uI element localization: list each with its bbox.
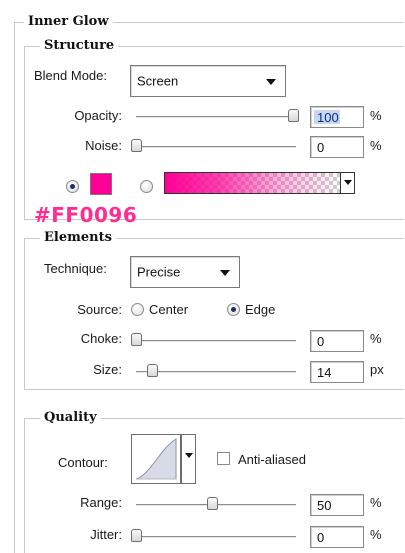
- opacity-label: Opacity:: [74, 108, 122, 123]
- noise-slider-thumb[interactable]: [131, 139, 142, 152]
- contour-curve-icon: [135, 438, 177, 480]
- opacity-field[interactable]: [310, 106, 364, 128]
- size-label: Size:: [93, 362, 122, 377]
- blend-mode-value: Screen: [137, 73, 179, 89]
- size-input[interactable]: [311, 362, 363, 382]
- size-field[interactable]: [310, 361, 364, 383]
- glow-color-caption: #FF0096: [34, 203, 138, 227]
- noise-field[interactable]: [310, 136, 364, 158]
- elements-legend: Elements: [40, 230, 116, 245]
- blend-mode-select[interactable]: Screen: [130, 65, 286, 97]
- chevron-down-icon: [266, 79, 276, 85]
- opacity-input[interactable]: [311, 107, 363, 127]
- technique-select[interactable]: Precise: [130, 256, 240, 288]
- glow-color-swatch[interactable]: [90, 173, 112, 195]
- gradient-dropdown-button[interactable]: [340, 172, 355, 194]
- range-label: Range:: [80, 495, 122, 510]
- range-input[interactable]: [311, 495, 363, 515]
- gradient-radio[interactable]: [140, 180, 153, 193]
- contour-label: Contour:: [58, 455, 108, 470]
- jitter-field[interactable]: [310, 526, 364, 548]
- noise-slider-track[interactable]: [136, 146, 296, 148]
- jitter-unit: %: [370, 527, 382, 542]
- noise-unit: %: [370, 138, 382, 153]
- size-unit: px: [370, 362, 384, 377]
- source-edge-label: Edge: [245, 302, 276, 317]
- technique-value: Precise: [137, 264, 181, 280]
- choke-slider-track[interactable]: [136, 340, 296, 342]
- solid-color-radio[interactable]: [66, 180, 79, 193]
- source-label: Source:: [77, 302, 122, 317]
- jitter-slider-track[interactable]: [136, 536, 296, 538]
- choke-label: Choke:: [80, 331, 122, 346]
- contour-preview[interactable]: [131, 434, 181, 484]
- structure-legend: Structure: [40, 38, 119, 53]
- panel-title: Inner Glow: [24, 14, 113, 29]
- noise-input[interactable]: [311, 137, 363, 157]
- size-slider-track[interactable]: [136, 371, 296, 373]
- opacity-slider-thumb[interactable]: [288, 109, 299, 122]
- technique-label: Technique:: [44, 261, 107, 276]
- source-center-label: Center: [149, 302, 189, 317]
- blend-mode-label: Blend Mode:: [34, 68, 107, 83]
- choke-slider-thumb[interactable]: [131, 333, 142, 346]
- jitter-input[interactable]: [311, 527, 363, 547]
- anti-aliased-label: Anti-aliased: [238, 452, 306, 467]
- opacity-unit: %: [370, 108, 382, 123]
- choke-unit: %: [370, 331, 382, 346]
- jitter-label: Jitter:: [90, 527, 122, 542]
- contour-dropdown-button[interactable]: [181, 434, 196, 484]
- range-unit: %: [370, 495, 382, 510]
- noise-label: Noise:: [85, 138, 122, 153]
- choke-input[interactable]: [311, 331, 363, 351]
- source-edge-radio[interactable]: [227, 303, 240, 316]
- opacity-slider-track[interactable]: [136, 116, 296, 118]
- range-field[interactable]: [310, 494, 364, 516]
- quality-legend: Quality: [40, 410, 101, 425]
- choke-field[interactable]: [310, 330, 364, 352]
- range-slider-thumb[interactable]: [207, 497, 218, 510]
- size-slider-thumb[interactable]: [147, 364, 158, 377]
- glow-gradient-preview[interactable]: [164, 172, 341, 194]
- anti-aliased-checkbox[interactable]: [217, 452, 230, 465]
- jitter-slider-thumb[interactable]: [131, 529, 142, 542]
- source-center-radio[interactable]: [131, 303, 144, 316]
- chevron-down-icon: [220, 270, 230, 276]
